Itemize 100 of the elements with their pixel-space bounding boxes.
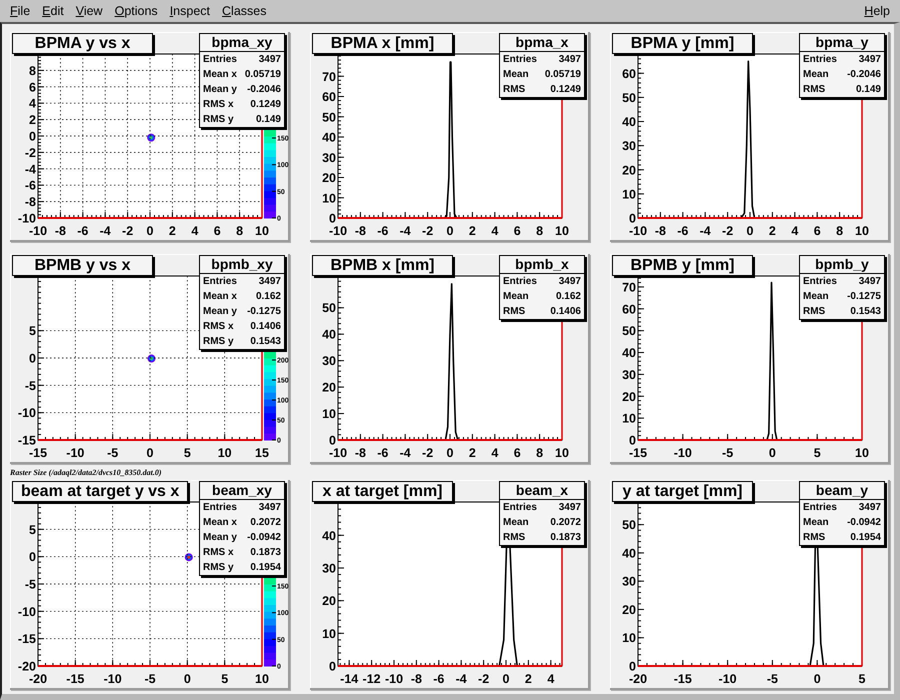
- tick-label: 60: [322, 90, 336, 104]
- stats-title: beam_y: [800, 482, 884, 500]
- tick-label: 0: [29, 130, 36, 144]
- tick-label: 50: [622, 518, 636, 532]
- stats-value: 0.1249: [250, 99, 281, 110]
- tick-label: 8: [536, 224, 544, 238]
- stats-label: RMS: [803, 306, 826, 317]
- stats-value: 3497: [558, 54, 581, 65]
- stats-title: bpmb_x: [500, 256, 584, 274]
- tick-label: -4: [400, 446, 411, 460]
- stats-value: 3497: [858, 276, 881, 287]
- tick-label: -6: [377, 224, 388, 238]
- tick-label: 0: [502, 672, 510, 686]
- menu-item[interactable]: Classes: [216, 2, 272, 20]
- tick-label: -2: [122, 224, 134, 238]
- tick-label: -2: [422, 446, 434, 460]
- stats-title: bpma_xy: [200, 34, 284, 52]
- tick-label: 4: [191, 224, 198, 238]
- stats-label: Mean y: [203, 532, 237, 543]
- tick-label: 0: [629, 434, 636, 448]
- stats-title: bpma_y: [800, 34, 884, 52]
- tick-label: -4: [100, 224, 111, 238]
- stats-value: 0.2072: [550, 517, 581, 528]
- tick-label: -10: [104, 672, 122, 686]
- tick-label: 40: [322, 528, 336, 543]
- tick-label: -20: [28, 672, 48, 686]
- stats-value: 0.1543: [250, 336, 281, 347]
- tick-label: 70: [322, 70, 336, 84]
- tick-label: -20: [628, 672, 648, 686]
- stats-value: 0.05719: [244, 69, 281, 80]
- tick-label: 2: [468, 446, 476, 460]
- tick-label: 0: [629, 212, 636, 226]
- tick-label: 10: [322, 407, 336, 422]
- tick-label: -10: [66, 446, 84, 460]
- tick-label: 0: [146, 224, 154, 238]
- tick-label: 0: [29, 550, 36, 564]
- stats-label: RMS: [503, 532, 526, 543]
- stats-value: 0.149: [856, 84, 881, 95]
- tick-label: 4: [491, 224, 498, 238]
- tick-label: 4: [491, 446, 498, 460]
- stats-value: 0.1406: [250, 321, 281, 332]
- tick-label: 2: [168, 224, 176, 238]
- stats-label: RMS: [803, 84, 826, 95]
- stats-label: Entries: [503, 54, 537, 65]
- tick-label: 2: [468, 224, 476, 238]
- stats-value: 3497: [258, 276, 281, 287]
- stats-value: 3497: [258, 502, 281, 513]
- tick-label: 20: [322, 171, 336, 185]
- tick-label: 20: [322, 380, 336, 395]
- tick-label: 5: [184, 446, 191, 460]
- tick-label: 5: [814, 446, 821, 460]
- stats-label: RMS y: [203, 336, 234, 347]
- stats-label: Entries: [503, 502, 537, 513]
- tick-label: 8: [29, 64, 36, 78]
- stats-value: 0.2072: [250, 517, 281, 528]
- tick-label: 50: [622, 324, 636, 338]
- tick-label: -5: [722, 446, 734, 460]
- stats-label: Mean: [803, 69, 829, 80]
- menu-item[interactable]: Edit: [36, 2, 70, 20]
- tick-label: -10: [384, 672, 404, 686]
- plot-title: BPMB x [mm]: [312, 255, 453, 276]
- tick-label: -14: [340, 672, 358, 686]
- data-cluster: [148, 354, 156, 363]
- stats-value: -0.0942: [847, 517, 881, 528]
- tick-label: 5: [221, 672, 228, 686]
- tick-label: -10: [28, 224, 48, 238]
- tick-label: -4: [456, 672, 467, 686]
- menu-item[interactable]: View: [70, 2, 109, 20]
- tick-label: 0: [446, 446, 454, 460]
- stats-label: Mean: [503, 517, 529, 528]
- tick-label: -6: [677, 224, 688, 238]
- stats-label: RMS y: [203, 114, 234, 125]
- menu-item[interactable]: Options: [108, 2, 164, 20]
- tick-label: 8: [236, 224, 244, 238]
- stats-label: Mean: [503, 69, 529, 80]
- tick-label: -6: [77, 224, 88, 238]
- raster-caption: Raster Size (/adaql2/data2/dvcs10_8350.dat.0): [10, 467, 162, 479]
- tick-label: -10: [18, 212, 36, 226]
- tick-label: 60: [622, 66, 636, 81]
- tick-label: -2: [24, 146, 36, 160]
- menu-item[interactable]: File: [4, 2, 36, 20]
- tick-label: -15: [674, 672, 692, 686]
- tick-label: -10: [18, 604, 36, 619]
- tick-label: 10: [555, 446, 569, 460]
- plot-title: x at target [mm]: [312, 481, 453, 502]
- plot-title: BPMA y [mm]: [612, 33, 753, 54]
- menu-item[interactable]: Inspect: [164, 2, 216, 20]
- tick-label: 60: [622, 302, 636, 316]
- tick-label: -15: [66, 672, 84, 686]
- menu-item[interactable]: Help: [858, 2, 896, 20]
- tick-label: 30: [622, 368, 636, 382]
- tick-label: -2: [722, 224, 734, 238]
- stats-value: 0.1954: [850, 532, 881, 543]
- tick-label: -15: [628, 446, 648, 460]
- tick-label: 5: [858, 672, 866, 686]
- stats-title: beam_x: [500, 482, 584, 500]
- tick-label: 10: [218, 446, 232, 460]
- tick-label: 2: [524, 672, 532, 686]
- tick-label: -10: [18, 406, 36, 420]
- tick-label: 50: [622, 90, 636, 105]
